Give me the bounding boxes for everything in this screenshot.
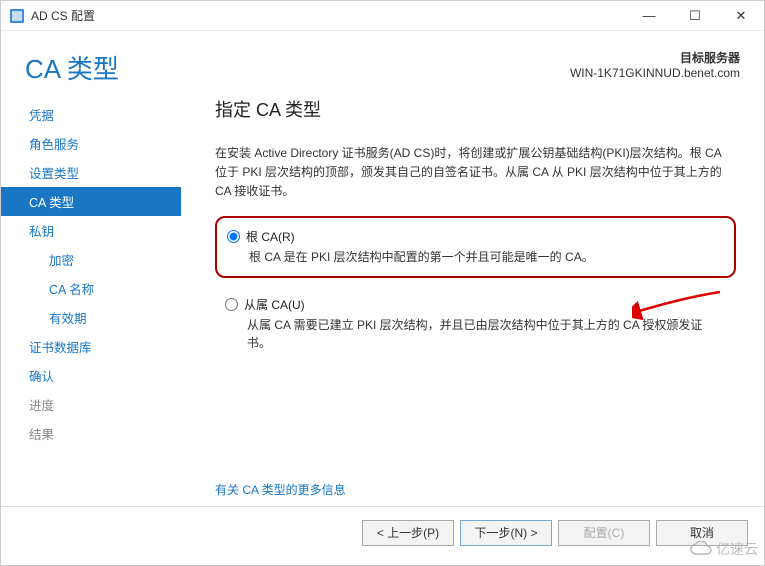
nav-item[interactable]: CA 类型 xyxy=(1,187,181,216)
nav-item[interactable]: 有效期 xyxy=(1,303,181,332)
nav-item[interactable]: 角色服务 xyxy=(1,129,181,158)
target-server-block: 目标服务器 WIN-1K71GKINNUD.benet.com xyxy=(570,49,740,80)
wizard-body: 凭据角色服务设置类型CA 类型私钥加密CA 名称有效期证书数据库确认进度结果 指… xyxy=(1,96,764,506)
wizard-sidebar: 凭据角色服务设置类型CA 类型私钥加密CA 名称有效期证书数据库确认进度结果 xyxy=(1,96,181,506)
subordinate-ca-label: 从属 CA(U) xyxy=(244,296,305,314)
nav-item: 进度 xyxy=(1,390,181,419)
target-server-value: WIN-1K71GKINNUD.benet.com xyxy=(570,66,740,80)
nav-item[interactable]: 私钥 xyxy=(1,216,181,245)
section-description: 在安装 Active Directory 证书服务(AD CS)时，将创建或扩展… xyxy=(215,144,736,202)
nav-item: 结果 xyxy=(1,419,181,448)
root-ca-description: 根 CA 是在 PKI 层次结构中配置的第一个并且可能是唯一的 CA。 xyxy=(249,248,720,266)
app-icon xyxy=(9,8,25,24)
next-button[interactable]: 下一步(N) > xyxy=(460,520,552,546)
subordinate-ca-radio[interactable] xyxy=(225,298,238,311)
window-controls: — ☐ ✕ xyxy=(626,1,764,31)
page-title: CA 类型 xyxy=(25,49,570,86)
nav-item[interactable]: CA 名称 xyxy=(1,274,181,303)
annotation-arrow-icon xyxy=(632,290,722,320)
root-ca-radio[interactable] xyxy=(227,230,240,243)
nav-item[interactable]: 确认 xyxy=(1,361,181,390)
section-heading: 指定 CA 类型 xyxy=(215,96,736,122)
maximize-button[interactable]: ☐ xyxy=(672,1,718,31)
root-ca-label: 根 CA(R) xyxy=(246,228,295,246)
cloud-icon xyxy=(690,541,712,557)
nav-item[interactable]: 凭据 xyxy=(1,100,181,129)
nav-item[interactable]: 证书数据库 xyxy=(1,332,181,361)
configure-button: 配置(C) xyxy=(558,520,650,546)
target-server-label: 目标服务器 xyxy=(680,51,740,65)
close-button[interactable]: ✕ xyxy=(718,1,764,31)
root-ca-option[interactable]: 根 CA(R) xyxy=(227,228,720,246)
more-info-link[interactable]: 有关 CA 类型的更多信息 xyxy=(215,481,346,498)
main-panel: 指定 CA 类型 在安装 Active Directory 证书服务(AD CS… xyxy=(181,96,764,506)
root-ca-option-highlight: 根 CA(R) 根 CA 是在 PKI 层次结构中配置的第一个并且可能是唯一的 … xyxy=(215,216,736,278)
subordinate-ca-description: 从属 CA 需要已建立 PKI 层次结构，并且已由层次结构中位于其上方的 CA … xyxy=(247,316,722,352)
watermark-text: 亿速云 xyxy=(716,539,758,559)
window-title: AD CS 配置 xyxy=(31,7,626,24)
watermark: 亿速云 xyxy=(690,539,758,559)
nav-item[interactable]: 加密 xyxy=(1,245,181,274)
wizard-footer: < 上一步(P) 下一步(N) > 配置(C) 取消 xyxy=(1,506,764,558)
previous-button[interactable]: < 上一步(P) xyxy=(362,520,454,546)
title-bar: AD CS 配置 — ☐ ✕ xyxy=(1,1,764,31)
page-header: CA 类型 目标服务器 WIN-1K71GKINNUD.benet.com xyxy=(1,31,764,96)
minimize-button[interactable]: — xyxy=(626,1,672,31)
nav-item[interactable]: 设置类型 xyxy=(1,158,181,187)
wizard-nav: 凭据角色服务设置类型CA 类型私钥加密CA 名称有效期证书数据库确认进度结果 xyxy=(1,100,181,448)
